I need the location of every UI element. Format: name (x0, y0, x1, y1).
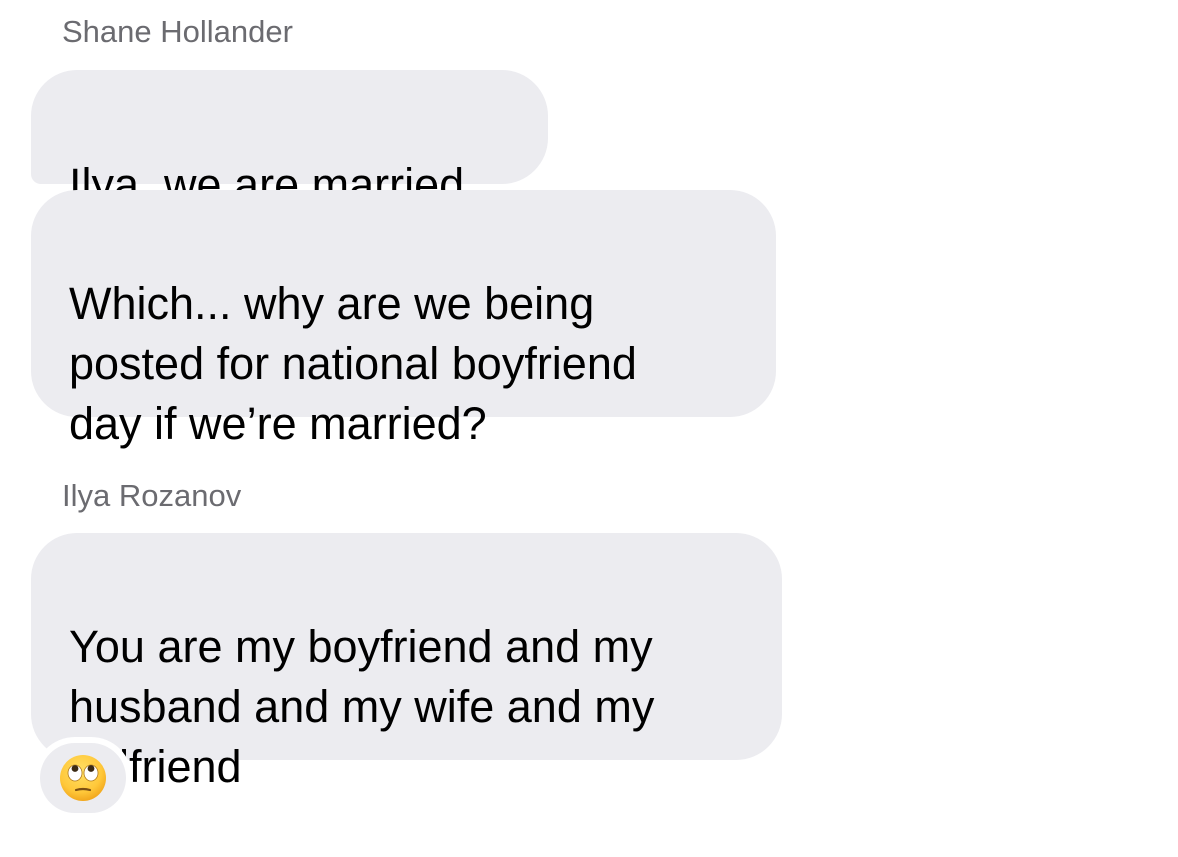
message-bubble[interactable]: You are my boyfriend and my husband and … (31, 533, 782, 792)
message-bubble[interactable]: Ilya, we are married (31, 70, 548, 210)
message-bubble[interactable]: Which... why are we being posted for nat… (31, 190, 776, 449)
sender-name: Shane Hollander (62, 14, 293, 49)
message-text: You are my boyfriend and my husband and … (69, 621, 655, 792)
message-text: Which... why are we being posted for nat… (69, 278, 637, 449)
sender-name: Ilya Rozanov (62, 478, 242, 513)
eye-roll-emoji-icon (60, 755, 106, 801)
reaction-badge[interactable] (40, 743, 126, 813)
